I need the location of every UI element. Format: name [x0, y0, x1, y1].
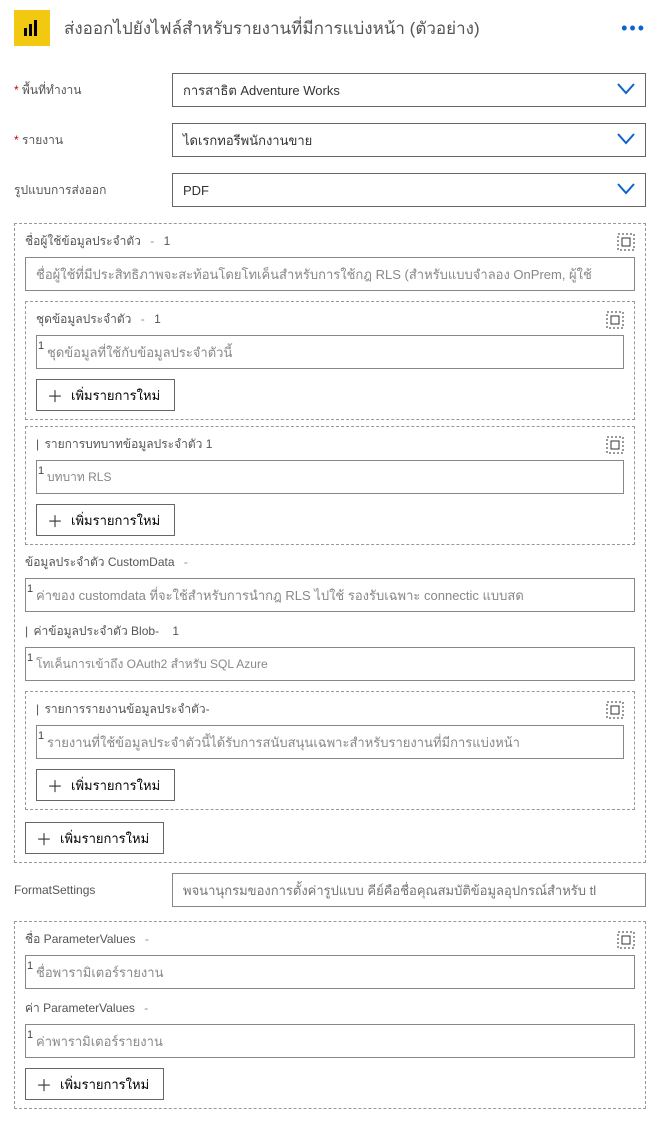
blob-idx: 1	[172, 624, 179, 638]
identity-user-idx: 1	[164, 234, 171, 248]
add-label: เพิ่มรายการใหม่	[71, 385, 160, 406]
template-icon[interactable]	[606, 701, 624, 719]
plus-icon: ＋	[47, 383, 63, 407]
roles-input[interactable]	[36, 460, 624, 494]
chevron-down-icon	[617, 133, 635, 148]
export-format-label: รูปแบบการส่งออก	[14, 181, 172, 200]
add-identity-button[interactable]: ＋ เพิ่มรายการใหม่	[25, 822, 164, 854]
add-label: เพิ่มรายการใหม่	[60, 828, 149, 849]
bars-icon	[22, 18, 42, 38]
add-label: เพิ่มรายการใหม่	[71, 775, 160, 796]
more-menu-button[interactable]: •••	[621, 18, 646, 39]
report-row: รายงาน ไดเรกทอรีพนักงานขาย	[14, 123, 646, 157]
report-label: รายงาน	[14, 131, 172, 150]
template-icon[interactable]	[606, 311, 624, 329]
dataset-label: ชุดข้อมูลประจำตัว	[36, 312, 131, 326]
identity-user-input[interactable]	[25, 257, 635, 291]
plus-icon: ＋	[36, 1072, 52, 1096]
dataset-group: ชุดข้อมูลประจำตัว - 1 1 ＋ เพิ่มรายการใหม…	[25, 301, 635, 420]
add-dataset-button[interactable]: ＋ เพิ่มรายการใหม่	[36, 379, 175, 411]
template-icon[interactable]	[617, 233, 635, 251]
identity-reports-group: | รายการรายงานข้อมูลประจำตัว- 1 ＋ เพิ่มร…	[25, 691, 635, 810]
template-icon[interactable]	[606, 436, 624, 454]
dataset-input[interactable]	[36, 335, 624, 369]
format-settings-row: FormatSettings	[14, 873, 646, 907]
plus-icon: ＋	[47, 773, 63, 797]
param-value-label: ค่า ParameterValues	[25, 1001, 135, 1015]
format-settings-input[interactable]	[172, 873, 646, 907]
customdata-input[interactable]	[25, 578, 635, 612]
param-name-input[interactable]	[25, 955, 635, 989]
workspace-label: พื้นที่ทำงาน	[14, 81, 172, 100]
export-format-row: รูปแบบการส่งออก PDF	[14, 173, 646, 207]
chevron-down-icon	[617, 83, 635, 98]
identity-user-head: ชื่อผู้ใช้ข้อมูลประจำตัว - 1	[25, 232, 635, 251]
workspace-value: การสาธิต Adventure Works	[183, 80, 340, 101]
template-icon[interactable]	[617, 931, 635, 949]
export-format-value: PDF	[183, 183, 209, 198]
identity-user-label: ชื่อผู้ใช้ข้อมูลประจำตัว	[25, 234, 141, 248]
roles-idx: 1	[206, 437, 213, 451]
add-label: เพิ่มรายการใหม่	[60, 1074, 149, 1095]
page-title: ส่งออกไปยังไฟล์สำหรับรายงานที่มีการแบ่งห…	[64, 15, 621, 42]
export-format-select[interactable]: PDF	[172, 173, 646, 207]
blob-label: ค่าข้อมูลประจำตัว Blob-	[33, 624, 159, 638]
dataset-idx: 1	[154, 312, 161, 326]
roles-group: | รายการบทบาทข้อมูลประจำตัว 1 1 ＋ เพิ่มร…	[25, 426, 635, 545]
customdata-label: ข้อมูลประจำตัว CustomData	[25, 555, 175, 569]
identity-reports-label: รายการรายงานข้อมูลประจำตัว-	[44, 702, 209, 716]
add-identity-report-button[interactable]: ＋ เพิ่มรายการใหม่	[36, 769, 175, 801]
report-select[interactable]: ไดเรกทอรีพนักงานขาย	[172, 123, 646, 157]
header-bar: ส่งออกไปยังไฟล์สำหรับรายงานที่มีการแบ่งห…	[0, 0, 660, 57]
workspace-row: พื้นที่ทำงาน การสาธิต Adventure Works	[14, 73, 646, 107]
param-name-label: ชื่อ ParameterValues	[25, 932, 136, 946]
add-label: เพิ่มรายการใหม่	[71, 510, 160, 531]
format-settings-label: FormatSettings	[14, 883, 172, 897]
chevron-down-icon	[617, 183, 635, 198]
report-value: ไดเรกทอรีพนักงานขาย	[183, 130, 312, 151]
identity-reports-input[interactable]	[36, 725, 624, 759]
blob-input[interactable]	[25, 647, 635, 681]
parameter-values-group: ชื่อ ParameterValues - 1 ค่า ParameterVa…	[14, 921, 646, 1109]
param-value-input[interactable]	[25, 1024, 635, 1058]
workspace-select[interactable]: การสาธิต Adventure Works	[172, 73, 646, 107]
plus-icon: ＋	[47, 508, 63, 532]
identity-group: ชื่อผู้ใช้ข้อมูลประจำตัว - 1 ชุดข้อมูลปร…	[14, 223, 646, 863]
plus-icon: ＋	[36, 826, 52, 850]
powerbi-logo	[14, 10, 50, 46]
roles-label: รายการบทบาทข้อมูลประจำตัว	[44, 437, 202, 451]
add-role-button[interactable]: ＋ เพิ่มรายการใหม่	[36, 504, 175, 536]
add-parameter-button[interactable]: ＋ เพิ่มรายการใหม่	[25, 1068, 164, 1100]
